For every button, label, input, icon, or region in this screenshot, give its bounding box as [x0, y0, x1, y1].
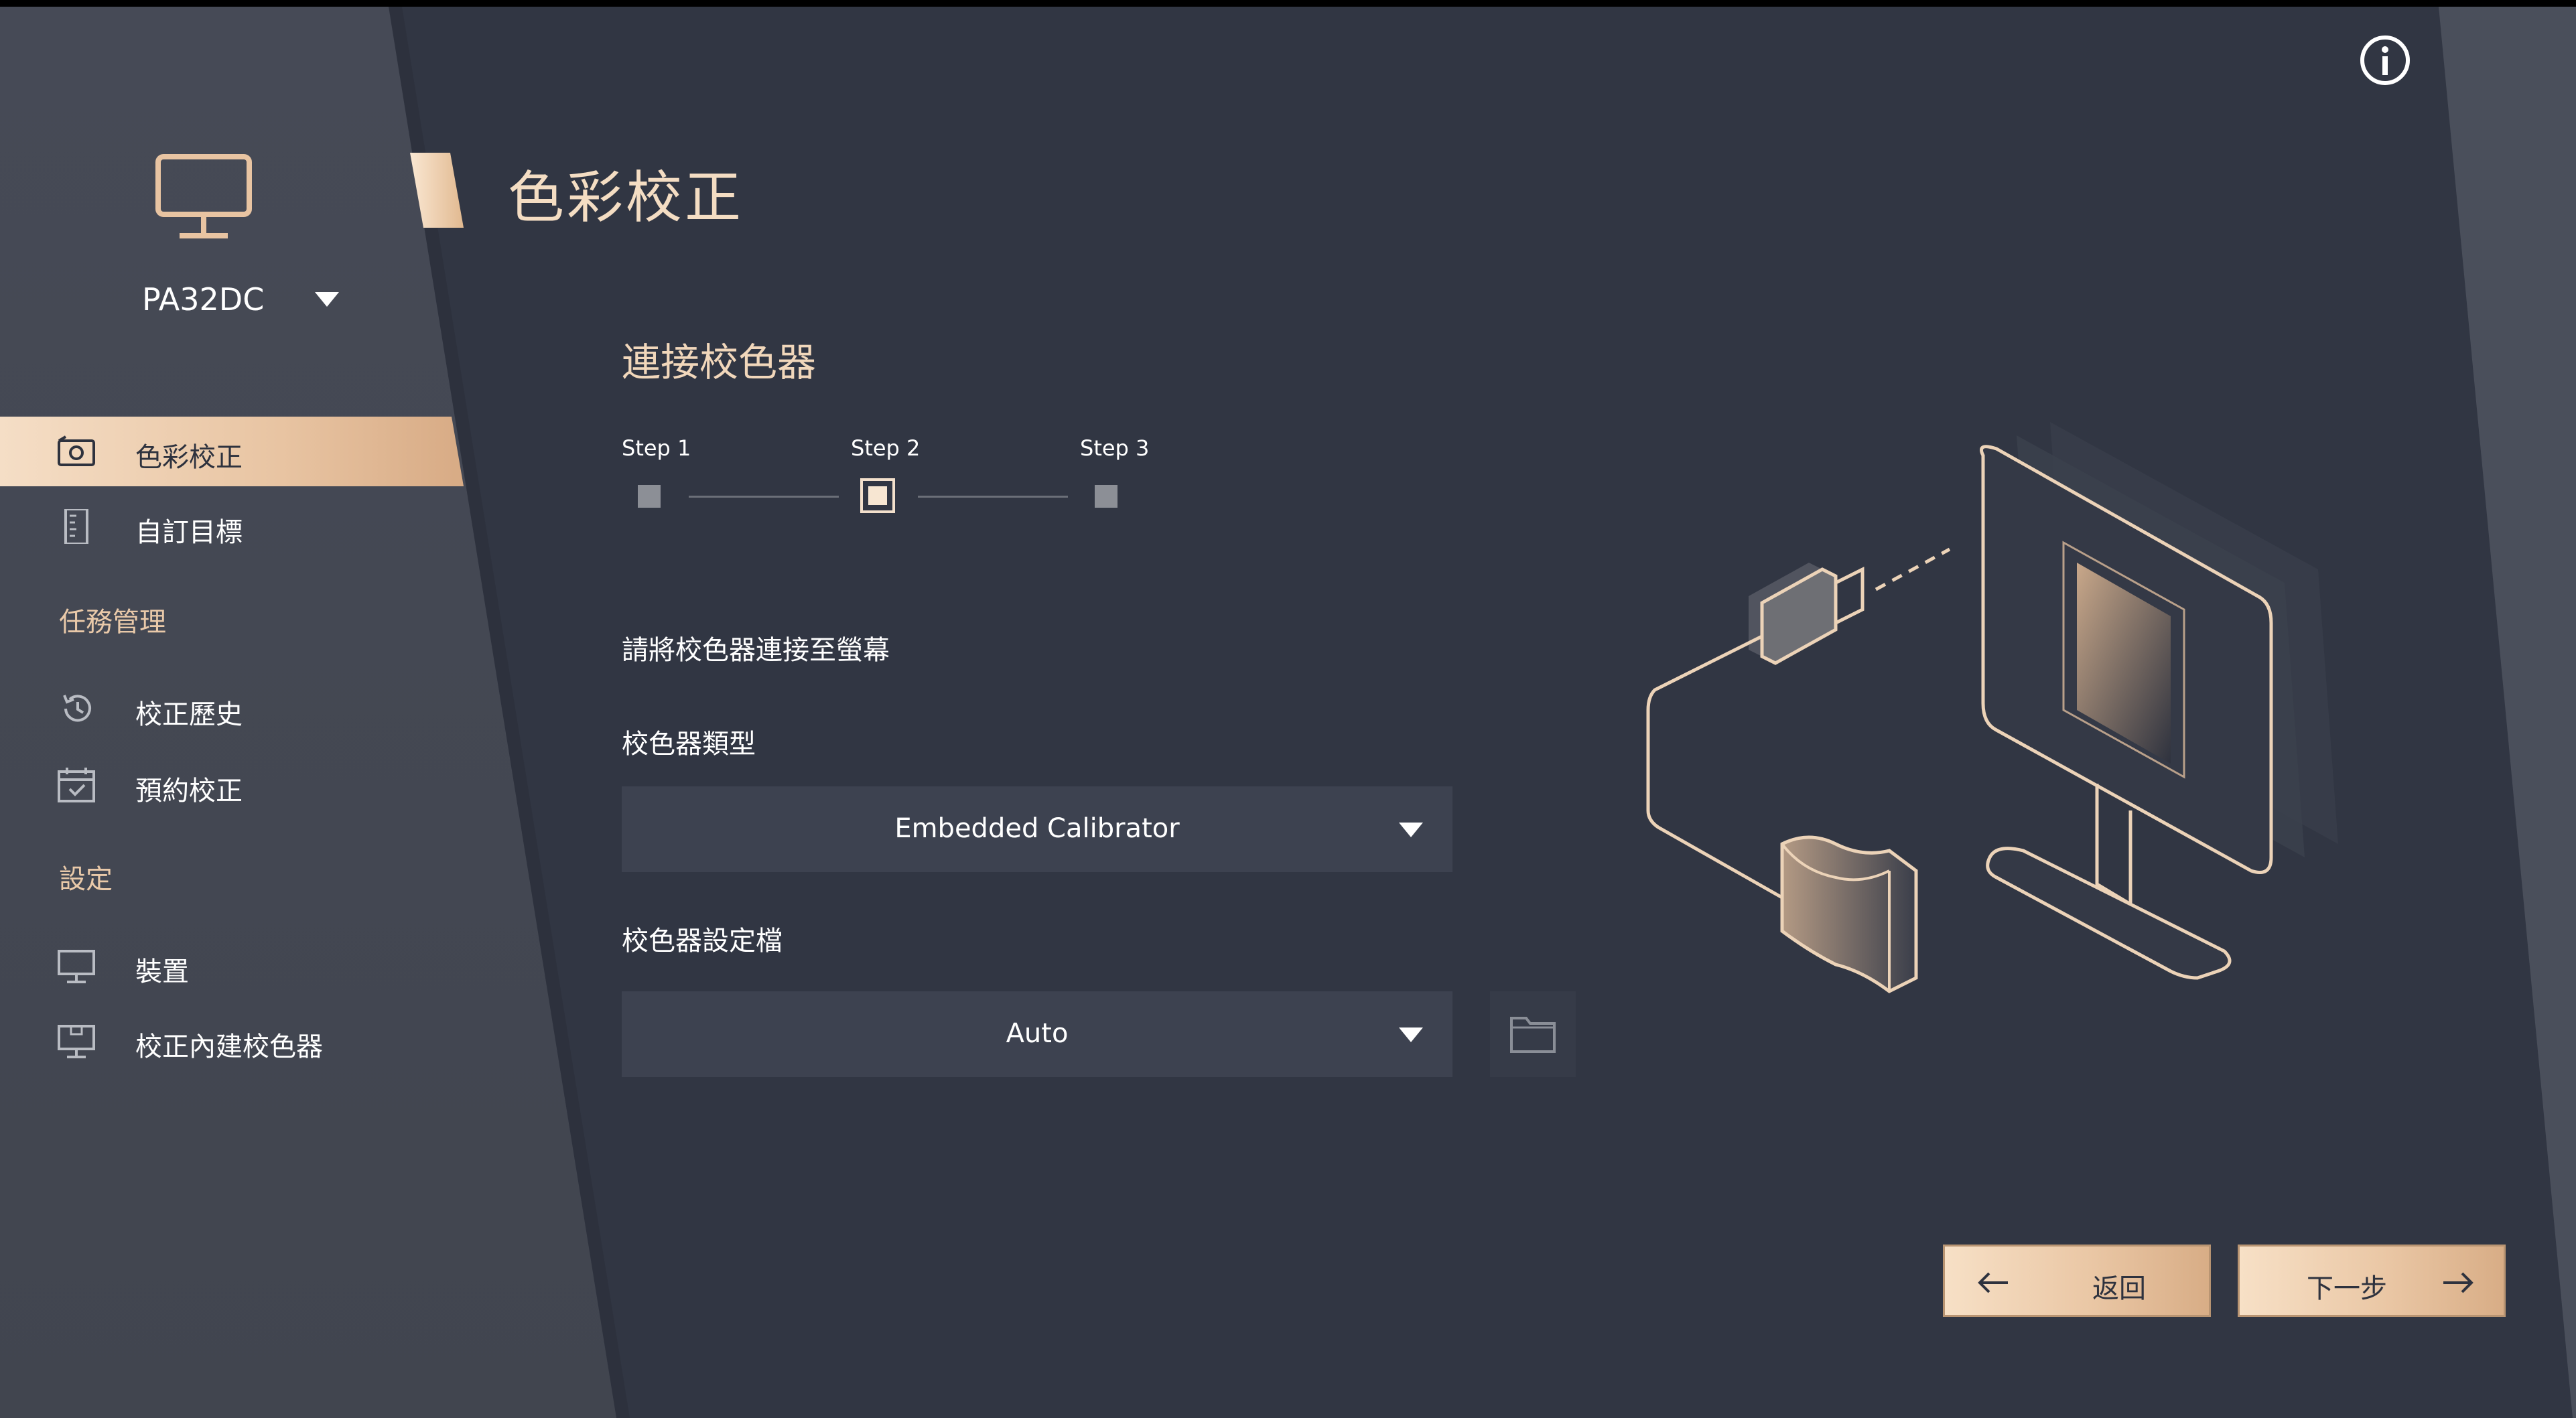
history-icon	[63, 695, 91, 722]
sidebar-item-label: 校正歷史	[135, 699, 243, 730]
arrow-right-icon	[2443, 1272, 2473, 1293]
monitor-icon	[58, 950, 95, 983]
sidebar-item-device[interactable]: 裝置	[0, 931, 469, 1001]
step-2-label: Step 2	[851, 435, 921, 461]
browse-folder-button[interactable]	[1490, 991, 1576, 1077]
page-title: 色彩校正	[508, 165, 744, 230]
calibrator-profile-select[interactable]: Auto	[622, 991, 1452, 1077]
info-icon[interactable]	[2358, 33, 2412, 87]
step-connector	[918, 496, 1068, 498]
chevron-down-icon	[1399, 1027, 1423, 1042]
next-button[interactable]: 下一步	[2238, 1245, 2506, 1317]
back-button[interactable]: 返回	[1943, 1245, 2211, 1317]
calibrator-type-label: 校色器類型	[622, 729, 756, 760]
monitor-calibrator-illustration	[1646, 422, 2338, 993]
step-2-indicator	[860, 478, 895, 513]
section-header-task-management: 任務管理	[59, 607, 166, 638]
sidebar-item-color-calibration[interactable]: 色彩校正	[0, 417, 464, 486]
calibration-icon	[58, 435, 95, 466]
instruction-text: 請將校色器連接至螢幕	[622, 635, 890, 666]
monitor-calibrator-icon	[58, 1025, 95, 1058]
step-1-indicator	[638, 485, 661, 508]
device-name[interactable]: PA32DC	[142, 281, 264, 317]
sidebar-item-label: 裝置	[135, 956, 189, 987]
sidebar-item-label: 校正內建校色器	[135, 1032, 323, 1062]
sidebar-item-builtin-calibrator[interactable]: 校正內建校色器	[0, 1006, 469, 1076]
step-connector	[689, 496, 839, 498]
step-3-indicator	[1095, 485, 1117, 508]
calendar-check-icon	[58, 768, 95, 802]
step-3-label: Step 3	[1080, 435, 1150, 461]
sidebar-item-scheduled-calibration[interactable]: 預約校正	[0, 750, 469, 820]
calibrator-profile-value: Auto	[1006, 1018, 1069, 1049]
section-subtitle: 連接校色器	[622, 340, 817, 385]
window-top-edge	[0, 0, 2576, 7]
sidebar-item-custom-target[interactable]: 自訂目標	[0, 492, 469, 561]
folder-icon	[1510, 1017, 1556, 1053]
monitor-icon	[155, 154, 252, 238]
step-1-label: Step 1	[622, 435, 691, 461]
sidebar-item-label: 預約校正	[135, 776, 243, 806]
calibrator-type-value: Embedded Calibrator	[894, 813, 1180, 844]
calibrator-profile-label: 校色器設定檔	[622, 926, 783, 956]
next-button-label: 下一步	[2307, 1273, 2387, 1304]
arrow-left-icon	[1978, 1272, 2008, 1293]
chevron-down-icon	[1399, 823, 1423, 837]
chevron-down-icon[interactable]	[315, 292, 339, 307]
document-ruler-icon	[64, 509, 88, 544]
calibrator-type-select[interactable]: Embedded Calibrator	[622, 786, 1452, 872]
back-button-label: 返回	[2092, 1273, 2146, 1304]
sidebar-item-calibration-history[interactable]: 校正歷史	[0, 674, 469, 743]
sidebar-item-label: 色彩校正	[135, 442, 243, 473]
sidebar-item-label: 自訂目標	[135, 517, 243, 548]
section-header-settings: 設定	[59, 864, 113, 895]
